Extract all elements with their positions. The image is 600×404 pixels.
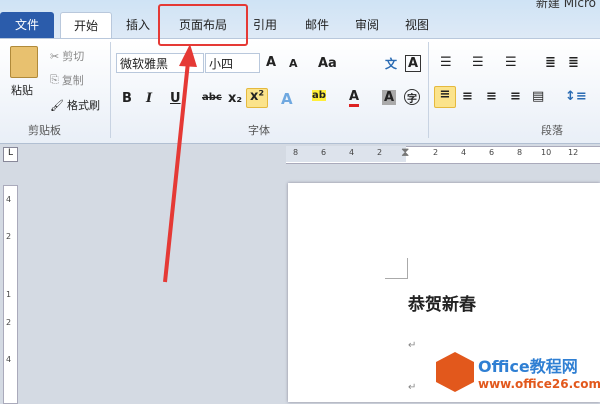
arrow-head xyxy=(179,44,197,67)
red-arrow xyxy=(163,44,197,283)
arrow-shaft xyxy=(163,61,190,283)
